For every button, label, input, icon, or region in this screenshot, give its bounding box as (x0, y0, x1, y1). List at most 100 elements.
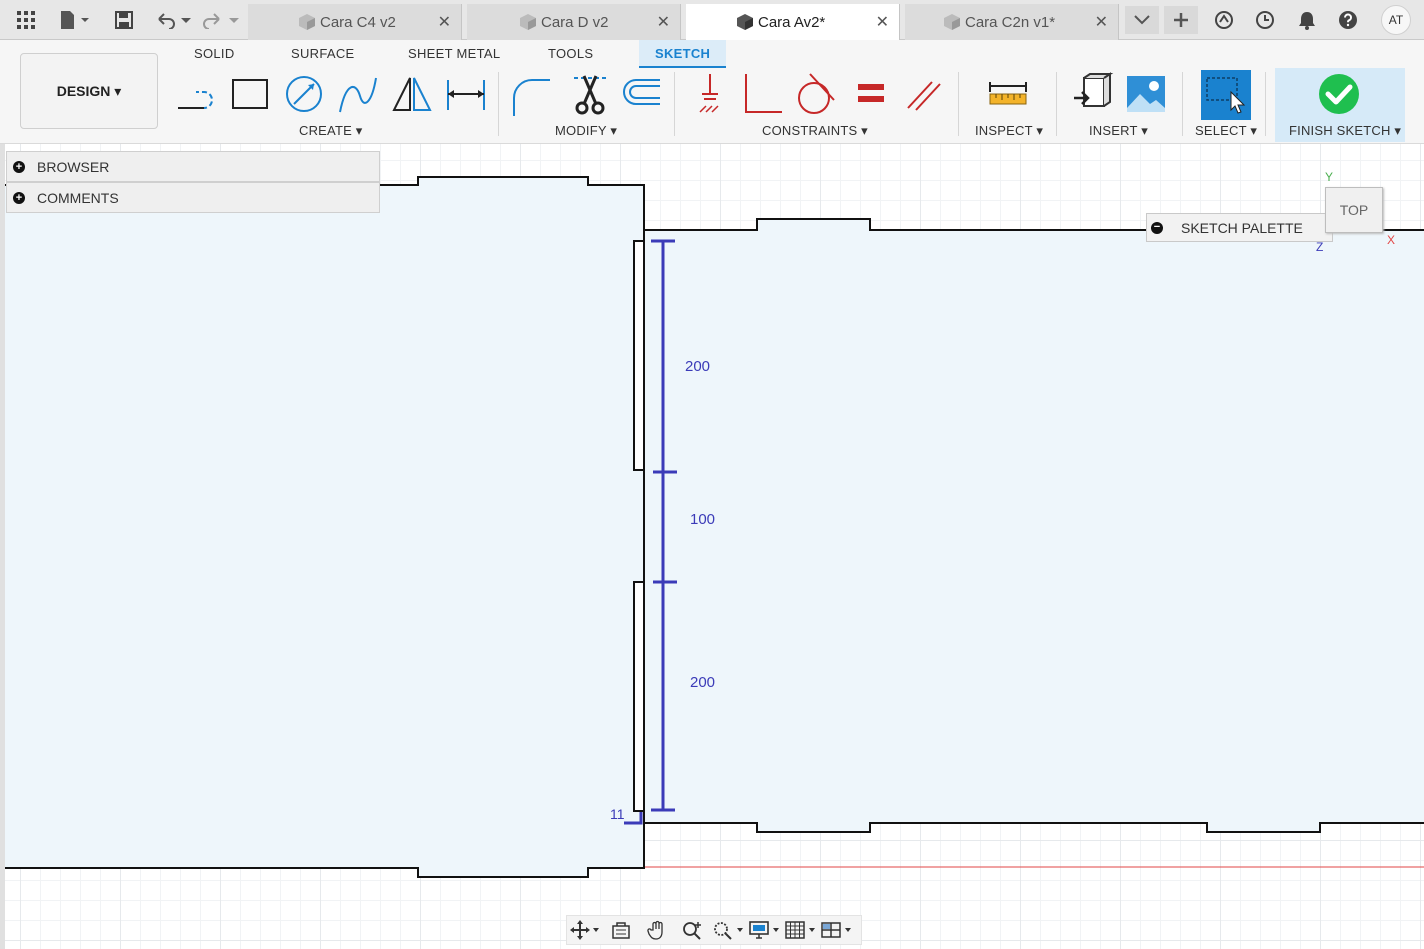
separator (958, 72, 959, 136)
view-cube-face-label: TOP (1339, 202, 1369, 218)
insert-group-menu[interactable]: INSERT ▾ (1089, 123, 1148, 139)
select-window-icon[interactable] (1201, 70, 1251, 120)
plus-icon (1174, 13, 1188, 27)
insert-canvas-image-icon[interactable] (1124, 72, 1168, 116)
right-profile-fill[interactable] (644, 219, 1424, 832)
separator (1265, 72, 1266, 136)
tangent-constraint-icon[interactable] (794, 72, 838, 116)
close-tab-icon[interactable]: ✕ (1095, 12, 1108, 32)
create-group-menu[interactable]: CREATE ▾ (299, 123, 363, 139)
measure-ruler-icon[interactable] (986, 72, 1030, 116)
tab-label: Cara Av2* (758, 13, 826, 31)
viewports-icon[interactable] (819, 916, 855, 944)
display-settings-icon[interactable] (747, 916, 783, 944)
document-tab-4[interactable]: Cara C2n v1* ✕ (905, 4, 1119, 40)
tab-label: Cara D v2 (541, 13, 609, 31)
tab-surface[interactable]: SURFACE (291, 46, 355, 61)
modify-group-menu[interactable]: MODIFY ▾ (555, 123, 617, 139)
constraints-group-menu[interactable]: CONSTRAINTS ▾ (762, 123, 868, 139)
mirror-tool-icon[interactable] (390, 72, 434, 116)
inspect-group-menu[interactable]: INSPECT ▾ (975, 123, 1043, 139)
browser-panel-header[interactable]: + BROWSER (6, 151, 380, 182)
help-icon[interactable] (1336, 8, 1360, 32)
job-status-icon[interactable] (1253, 8, 1277, 32)
insert-derive-icon[interactable] (1070, 72, 1114, 116)
rectangle-tool-icon[interactable] (228, 72, 272, 116)
grid-settings-icon[interactable] (783, 916, 819, 944)
coincident-constraint-icon[interactable] (688, 72, 732, 116)
top-tab-bar: Cara C4 v2 ✕ Cara D v2 ✕ Cara Av2* ✕ Car… (0, 0, 1424, 40)
sketch-geometry[interactable] (5, 144, 1424, 949)
navigation-toolbar (566, 915, 862, 945)
app-grid-icon[interactable] (14, 8, 38, 32)
separator (674, 72, 675, 136)
tab-label: Cara C4 v2 (320, 13, 396, 31)
left-profile-fill[interactable] (5, 177, 644, 877)
collapse-minus-icon[interactable]: − (1151, 221, 1163, 234)
tab-solid[interactable]: SOLID (194, 46, 235, 61)
separator (1182, 72, 1183, 136)
look-at-icon[interactable] (603, 916, 639, 944)
toolbar-ribbon: DESIGN ▾ SOLID SURFACE SHEET METAL TOOLS… (0, 40, 1424, 144)
sketch-palette-header[interactable]: − SKETCH PALETTE (1146, 213, 1333, 242)
expand-plus-icon[interactable]: + (13, 191, 25, 204)
select-group-menu[interactable]: SELECT ▾ (1195, 123, 1257, 139)
dimension-label-lower[interactable]: 200 (690, 674, 715, 691)
spline-tool-icon[interactable] (336, 72, 380, 116)
slot-lower[interactable] (633, 581, 645, 812)
separator (498, 72, 499, 136)
tab-tools[interactable]: TOOLS (548, 46, 593, 61)
parallel-constraint-icon[interactable] (902, 72, 946, 116)
orbit-icon[interactable] (567, 916, 603, 944)
chevron-down-icon (1134, 15, 1150, 25)
tab-sheet-metal[interactable]: SHEET METAL (408, 46, 500, 61)
close-tab-icon[interactable]: ✕ (438, 12, 451, 32)
workspace-switcher-button[interactable]: DESIGN ▾ (20, 53, 158, 129)
axis-y-label: Y (1325, 170, 1334, 184)
circle-tool-icon[interactable] (282, 72, 326, 116)
dimension-label-middle[interactable]: 100 (690, 511, 715, 528)
comments-label: COMMENTS (37, 189, 119, 206)
axis-z-label: Z (1316, 240, 1324, 254)
cube-icon (520, 14, 536, 30)
sketch-palette-label: SKETCH PALETTE (1181, 219, 1303, 236)
close-tab-icon[interactable]: ✕ (657, 12, 670, 32)
line-tool-icon[interactable] (174, 72, 218, 116)
perpendicular-constraint-icon[interactable] (742, 72, 786, 116)
equal-constraint-icon[interactable] (850, 72, 894, 116)
fillet-tool-icon[interactable] (510, 72, 554, 116)
document-tab-1[interactable]: Cara C4 v2 ✕ (248, 4, 462, 40)
undo-icon[interactable] (154, 8, 194, 32)
cube-icon (737, 14, 753, 30)
finish-check-icon[interactable] (1317, 72, 1361, 116)
fit-zoom-window-icon[interactable] (711, 916, 747, 944)
zoom-icon[interactable] (675, 916, 711, 944)
new-tab-button[interactable] (1164, 6, 1198, 34)
expand-plus-icon[interactable]: + (13, 160, 25, 173)
tab-overflow-button[interactable] (1125, 6, 1159, 34)
document-tab-2[interactable]: Cara D v2 ✕ (467, 4, 681, 40)
notifications-bell-icon[interactable] (1295, 8, 1319, 32)
trim-scissors-icon[interactable] (568, 72, 612, 116)
save-icon[interactable] (112, 8, 136, 32)
comments-panel-header[interactable]: + COMMENTS (6, 182, 380, 213)
pan-hand-icon[interactable] (639, 916, 675, 944)
dimension-tool-icon[interactable] (444, 72, 488, 116)
extensions-icon[interactable] (1212, 8, 1236, 32)
close-tab-icon[interactable]: ✕ (876, 12, 889, 32)
separator (1056, 72, 1057, 136)
axis-x-label: X (1387, 233, 1396, 247)
sketch-canvas[interactable] (0, 144, 1424, 949)
view-cube[interactable]: TOP (1325, 187, 1383, 233)
slot-upper[interactable] (633, 240, 645, 471)
dimension-label-upper[interactable]: 200 (685, 358, 710, 375)
offset-tool-icon[interactable] (620, 72, 664, 116)
document-tab-3-active[interactable]: Cara Av2* ✕ (686, 4, 900, 40)
file-menu-icon[interactable] (56, 8, 92, 32)
user-avatar[interactable]: AT (1381, 5, 1411, 35)
finish-sketch-menu[interactable]: FINISH SKETCH ▾ (1289, 123, 1401, 139)
tab-sketch[interactable]: SKETCH (639, 40, 727, 68)
redo-icon[interactable] (202, 8, 242, 32)
dimension-label-small[interactable]: 11 (610, 806, 625, 822)
browser-label: BROWSER (37, 158, 110, 175)
